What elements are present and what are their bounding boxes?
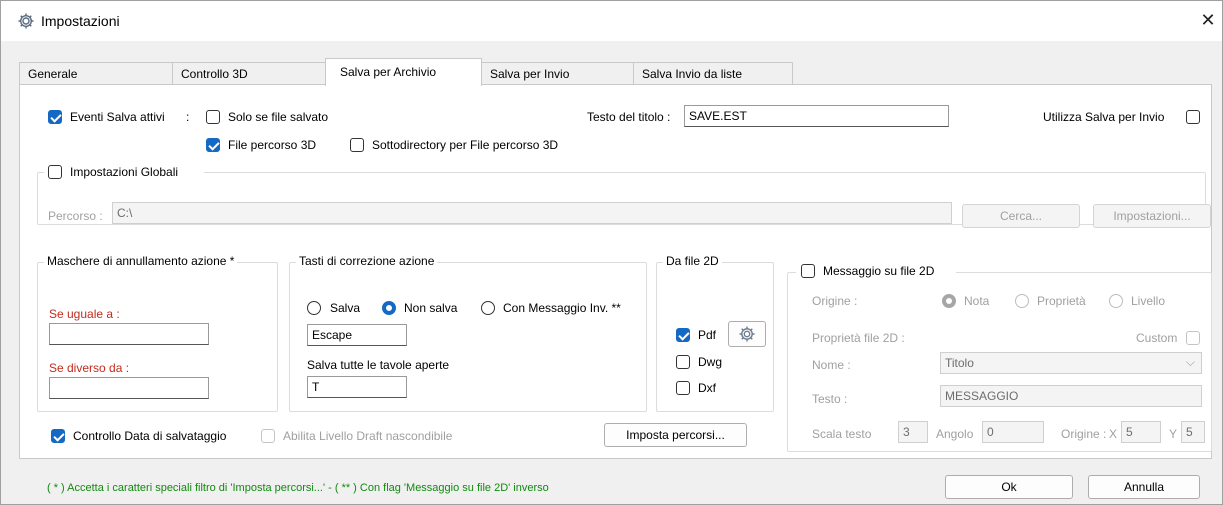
cerca-button[interactable]: Cerca...: [962, 204, 1080, 228]
salva-tutte-input[interactable]: T: [307, 376, 407, 398]
impostazioni-button[interactable]: Impostazioni...: [1093, 204, 1211, 228]
tasti-title: Tasti di correzione azione: [296, 254, 438, 268]
dwg-label: Dwg: [698, 355, 723, 369]
dxf-checkbox[interactable]: [676, 381, 690, 395]
livello-radio[interactable]: [1109, 294, 1123, 308]
nome-value: Titolo: [945, 356, 974, 370]
annulla-button[interactable]: Annulla: [1088, 475, 1200, 499]
non-salva-radio[interactable]: [382, 301, 396, 315]
impostazioni-globali-label: Impostazioni Globali: [70, 165, 179, 179]
gear-icon: [18, 13, 34, 29]
solo-se-salvato-checkbox[interactable]: [206, 110, 220, 124]
origine-xy-label: Origine :: [1061, 427, 1107, 441]
scala-testo-input[interactable]: 3: [898, 421, 928, 443]
con-messaggio-radio[interactable]: [481, 301, 495, 315]
dwg-checkbox[interactable]: [676, 355, 690, 369]
origine-label: Origine :: [812, 294, 858, 308]
tab-salva-per-archivio[interactable]: Salva per Archivio: [325, 58, 482, 86]
file-percorso-3d-checkbox[interactable]: [206, 138, 220, 152]
settings-dialog: Impostazioni ✕ Generale Controllo 3D Sal…: [0, 0, 1223, 505]
solo-se-salvato-label: Solo se file salvato: [228, 110, 329, 124]
pdf-checkbox[interactable]: [676, 328, 690, 342]
abilita-draft-label: Abilita Livello Draft nascondibile: [283, 429, 453, 443]
se-uguale-label: Se uguale a :: [49, 307, 120, 321]
eventi-salva-checkbox[interactable]: [48, 110, 62, 124]
controllo-data-label: Controllo Data di salvataggio: [73, 429, 227, 443]
messaggio-checkbox[interactable]: [801, 264, 815, 278]
testo-titolo-label: Testo del titolo :: [587, 110, 671, 124]
se-diverso-input[interactable]: [49, 377, 209, 399]
footnote-text: ( * ) Accetta i caratteri speciali filtr…: [47, 482, 549, 494]
abilita-draft-checkbox[interactable]: [261, 429, 275, 443]
custom-label: Custom: [1136, 331, 1178, 345]
proprieta-label: Proprietà: [1037, 294, 1086, 308]
utilizza-salva-invio-label: Utilizza Salva per Invio: [1043, 110, 1165, 124]
tab-panel: Eventi Salva attivi : Solo se file salva…: [19, 84, 1212, 459]
file-percorso-3d-label: File percorso 3D: [228, 138, 317, 152]
angolo-input[interactable]: 0: [982, 421, 1044, 443]
x-input[interactable]: 5: [1121, 421, 1161, 443]
tab-controllo-3d[interactable]: Controllo 3D: [172, 62, 326, 85]
proprieta-file-label: Proprietà file 2D :: [812, 331, 905, 345]
tab-salva-invio-da-liste[interactable]: Salva Invio da liste: [633, 62, 793, 85]
salva-tutte-label: Salva tutte le tavole aperte: [307, 358, 450, 372]
salva-radio[interactable]: [307, 301, 321, 315]
se-diverso-label: Se diverso da :: [49, 361, 130, 375]
da-file-2d-title: Da file 2D: [663, 254, 722, 268]
sottodirectory-checkbox[interactable]: [350, 138, 364, 152]
y-input[interactable]: 5: [1181, 421, 1205, 443]
sottodirectory-label: Sottodirectory per File percorso 3D: [372, 138, 559, 152]
custom-checkbox[interactable]: [1186, 331, 1200, 345]
con-messaggio-radio-label: Con Messaggio Inv. **: [503, 301, 621, 315]
title-bar: Impostazioni ✕: [1, 1, 1222, 41]
close-icon[interactable]: ✕: [1197, 9, 1219, 31]
maschere-title: Maschere di annullamento azione *: [44, 254, 238, 268]
testo-titolo-input[interactable]: SAVE.EST: [684, 105, 949, 127]
ok-button[interactable]: Ok: [945, 475, 1073, 499]
x-label: X: [1109, 427, 1118, 441]
nome-label: Nome :: [812, 358, 851, 372]
percorso-input[interactable]: C:\: [112, 202, 952, 224]
pdf-label: Pdf: [698, 328, 717, 342]
nome-dropdown[interactable]: Titolo ⌵: [940, 352, 1202, 374]
angolo-label: Angolo: [936, 427, 974, 441]
window-title: Impostazioni: [41, 13, 120, 29]
y-label: Y: [1169, 427, 1178, 441]
non-salva-radio-label: Non salva: [404, 301, 458, 315]
chevron-down-icon: ⌵: [1185, 355, 1195, 369]
salva-radio-label: Salva: [330, 301, 361, 315]
livello-label: Livello: [1131, 294, 1166, 308]
percorso-label: Percorso :: [48, 209, 103, 223]
gear-icon: [739, 326, 755, 342]
pdf-settings-button[interactable]: [728, 321, 766, 347]
eventi-salva-label: Eventi Salva attivi: [70, 110, 165, 124]
utilizza-salva-invio-checkbox[interactable]: [1186, 110, 1200, 124]
tab-generale[interactable]: Generale: [19, 62, 173, 85]
controllo-data-checkbox[interactable]: [51, 429, 65, 443]
se-uguale-input[interactable]: [49, 323, 209, 345]
tab-salva-per-invio[interactable]: Salva per Invio: [481, 62, 634, 85]
messaggio-label: Messaggio su file 2D: [823, 264, 935, 278]
proprieta-radio[interactable]: [1015, 294, 1029, 308]
impostazioni-globali-checkbox[interactable]: [48, 165, 62, 179]
nota-radio[interactable]: [942, 294, 956, 308]
nota-label: Nota: [964, 294, 990, 308]
imposta-percorsi-button[interactable]: Imposta percorsi...: [604, 423, 747, 447]
testo-input[interactable]: MESSAGGIO: [940, 385, 1202, 407]
eventi-salva-colon: :: [186, 110, 190, 124]
dxf-label: Dxf: [698, 381, 716, 395]
testo-label: Testo :: [812, 392, 848, 406]
tasto-input[interactable]: Escape: [307, 324, 407, 346]
scala-testo-label: Scala testo: [812, 427, 872, 441]
